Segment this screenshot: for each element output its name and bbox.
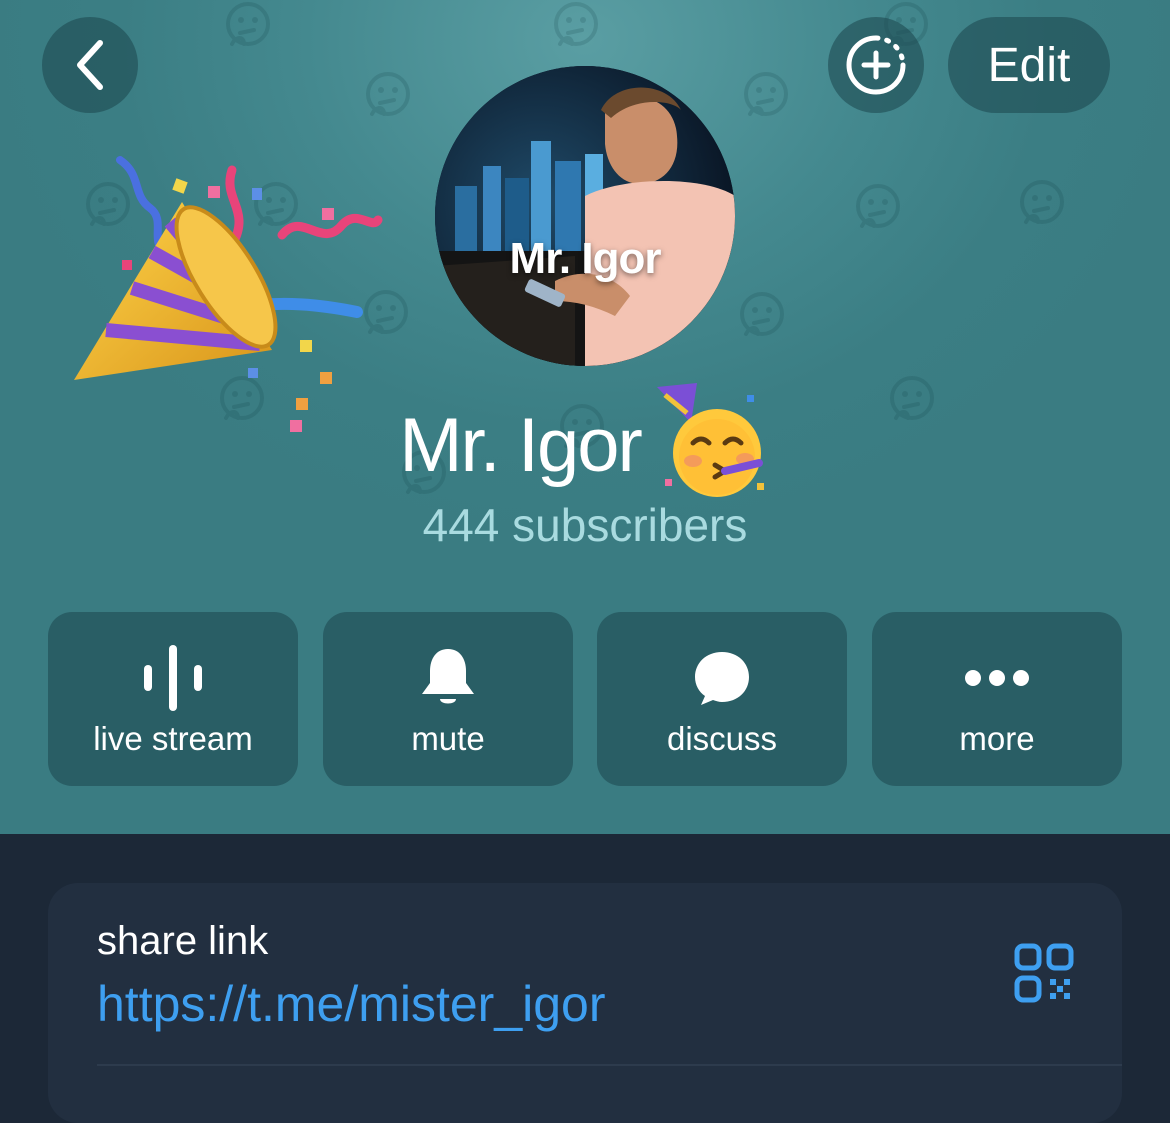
- subscriber-count: 444 subscribers: [422, 499, 748, 551]
- qr-code-icon[interactable]: [1014, 943, 1074, 1003]
- thinking-face-icon: [1020, 180, 1064, 224]
- add-story-icon: [846, 35, 906, 95]
- bell-icon: [422, 649, 474, 704]
- profile-header: Edit Mr. Igor Mr. Igor 444 subscribers l…: [0, 0, 1170, 834]
- chevron-left-icon: [77, 40, 103, 90]
- share-link-title: share link: [97, 919, 269, 963]
- avatar-photo: [435, 66, 735, 366]
- divider: [97, 1064, 1122, 1066]
- channel-title-row: Mr. Igor: [0, 383, 1170, 497]
- mute-button[interactable]: mute: [323, 612, 573, 786]
- thinking-face-icon: [226, 2, 270, 46]
- live-stream-icon: [144, 645, 202, 711]
- avatar-caption: Mr. Igor: [509, 234, 662, 283]
- discuss-button[interactable]: discuss: [597, 612, 847, 786]
- more-button[interactable]: more: [872, 612, 1122, 786]
- action-label: discuss: [666, 720, 778, 757]
- action-label: live stream: [93, 720, 253, 757]
- partying-face-emoji: [656, 383, 764, 497]
- action-label: more: [959, 720, 1035, 757]
- share-link-card[interactable]: share link https://t.me/mister_igor: [48, 883, 1122, 1123]
- action-buttons: live stream mute discuss more: [48, 612, 1122, 786]
- thinking-face-icon: [740, 292, 784, 336]
- edit-button[interactable]: Edit: [948, 17, 1110, 113]
- chat-bubble-icon: [695, 652, 749, 705]
- thinking-face-icon: [856, 184, 900, 228]
- channel-name: Mr. Igor: [399, 402, 643, 488]
- channel-avatar[interactable]: Mr. Igor: [435, 66, 735, 366]
- action-label: mute: [411, 720, 485, 757]
- back-button[interactable]: [42, 17, 138, 113]
- add-story-button[interactable]: [828, 17, 924, 113]
- thinking-face-icon: [554, 2, 598, 46]
- live-stream-button[interactable]: live stream: [48, 612, 298, 786]
- more-dots-icon: [965, 670, 1029, 686]
- thinking-face-icon: [366, 72, 410, 116]
- share-link-url[interactable]: https://t.me/mister_igor: [97, 975, 606, 1033]
- thinking-face-icon: [744, 72, 788, 116]
